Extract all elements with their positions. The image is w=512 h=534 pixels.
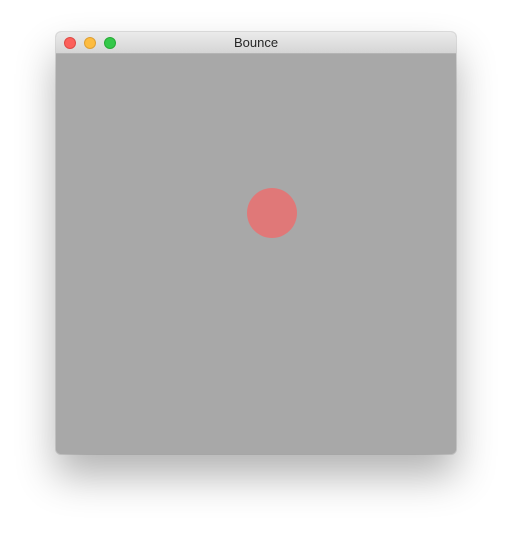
title-bar[interactable]: Bounce [56, 32, 456, 54]
app-window: Bounce [56, 32, 456, 454]
window-title: Bounce [233, 35, 279, 50]
bouncing-ball [247, 188, 297, 238]
drawing-canvas[interactable] [56, 54, 456, 454]
